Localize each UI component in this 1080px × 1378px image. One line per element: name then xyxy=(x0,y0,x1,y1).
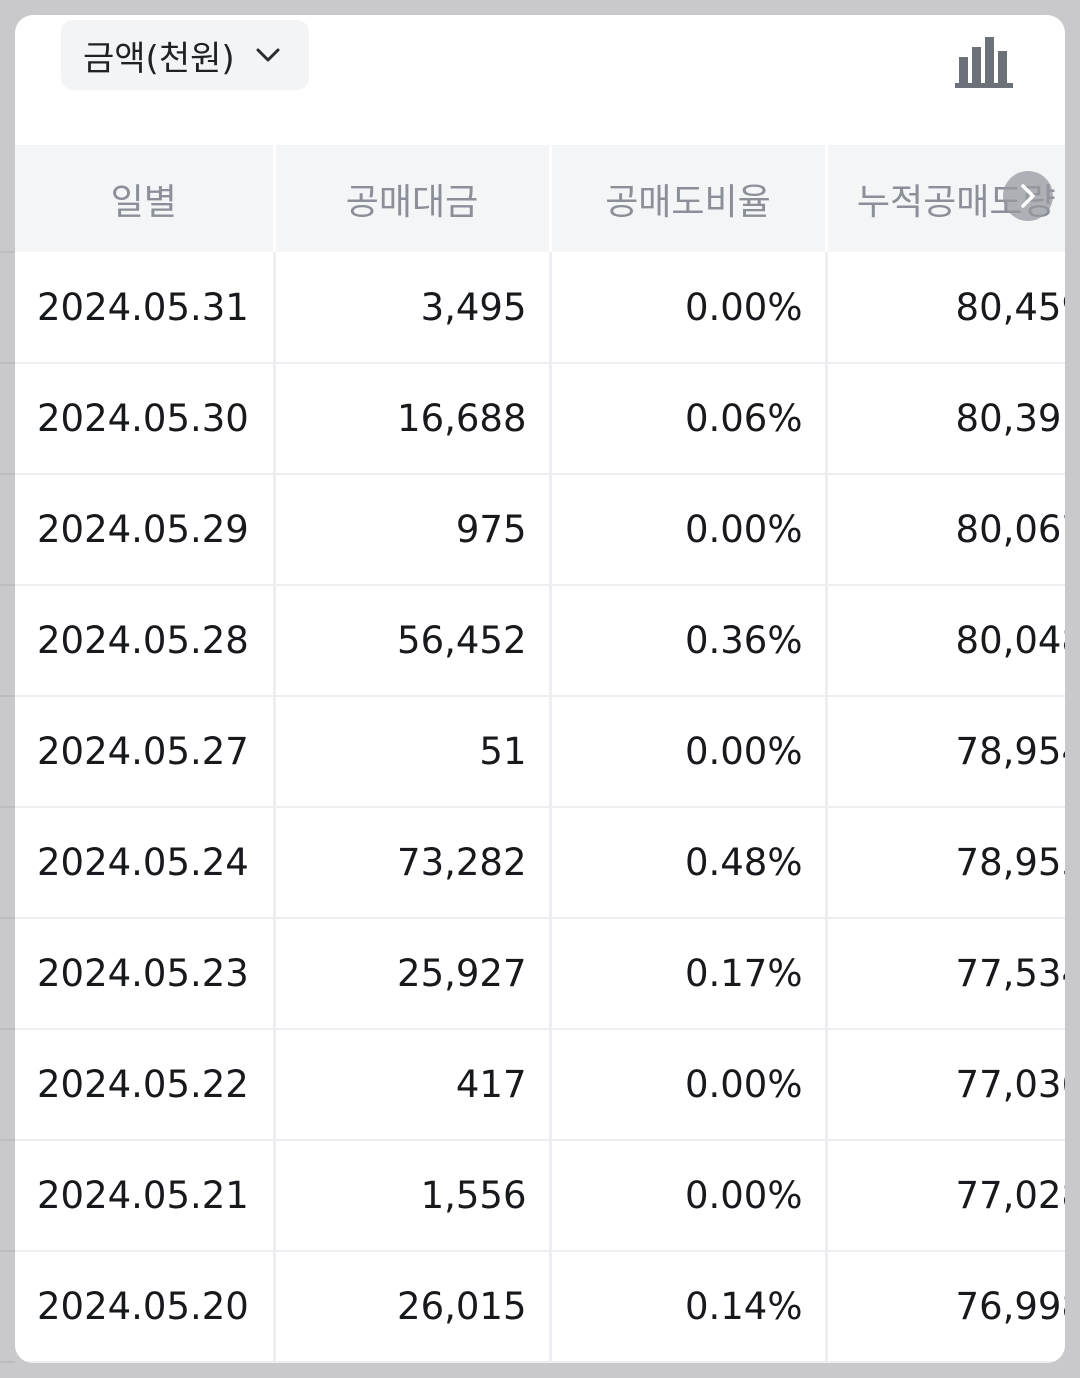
short-selling-card: 금액(천원) 일별 공매대금 공매도비율 누적공매도량 2024.05.31 3,495 xyxy=(15,15,1065,1363)
table-cell: 2024.05.21 xyxy=(15,1140,276,1252)
table-cell: 0.00% xyxy=(550,696,828,808)
table-cell: 0.36% xyxy=(550,585,828,697)
table-row[interactable]: 2024.05.313,4950.00%80,459 xyxy=(15,252,1065,364)
column-header: 공매대금 xyxy=(274,145,552,252)
table-cell: 51 xyxy=(274,696,552,808)
chevron-down-icon xyxy=(255,46,281,64)
background-divider xyxy=(0,1139,15,1141)
header-row: 일별 공매대금 공매도비율 누적공매도량 xyxy=(15,145,1065,252)
table-cell: 78,954 xyxy=(826,696,1065,808)
table-cell: 0.06% xyxy=(550,363,828,475)
table-row[interactable]: 2024.05.3016,6880.06%80,391 xyxy=(15,363,1065,475)
background-divider xyxy=(0,1250,15,1252)
table-cell: 1,556 xyxy=(274,1140,552,1252)
table-cell: 80,391 xyxy=(826,363,1065,475)
table-cell: 0.14% xyxy=(550,1251,828,1363)
background-divider xyxy=(0,251,15,253)
table-cell: 73,282 xyxy=(274,807,552,919)
background-divider xyxy=(0,473,15,475)
table-cell: 16,688 xyxy=(274,363,552,475)
table-cell: 77,028 xyxy=(826,1140,1065,1252)
table-cell: 2024.05.22 xyxy=(15,1029,276,1141)
table-row[interactable]: 2024.05.2473,2820.48%78,953 xyxy=(15,807,1065,919)
table-cell: 80,459 xyxy=(826,252,1065,364)
table-cell: 80,067 xyxy=(826,474,1065,586)
toolbar: 금액(천원) xyxy=(15,15,1065,145)
table-cell: 3,495 xyxy=(274,252,552,364)
table-cell: 78,953 xyxy=(826,807,1065,919)
table-cell: 26,015 xyxy=(274,1251,552,1363)
table-cell: 0.17% xyxy=(550,918,828,1030)
table-cell: 2024.05.24 xyxy=(15,807,276,919)
table-cell: 77,534 xyxy=(826,918,1065,1030)
short-selling-table: 일별 공매대금 공매도비율 누적공매도량 2024.05.31 3,495 0.00% 80… xyxy=(15,145,1065,1363)
table-cell: 77,036 xyxy=(826,1029,1065,1141)
table-row[interactable]: 2024.05.299750.00%80,067 xyxy=(15,474,1065,586)
chevron-right-icon[interactable] xyxy=(1003,171,1053,221)
column-header: 공매도비율 xyxy=(550,145,828,252)
column-header: 일별 xyxy=(15,145,276,252)
table-cell: 0.00% xyxy=(550,1140,828,1252)
table-cell: 2024.05.23 xyxy=(15,918,276,1030)
table-cell: 0.00% xyxy=(550,252,828,364)
table-row[interactable]: 2024.05.2856,4520.36%80,048 xyxy=(15,585,1065,697)
table-cell: 2024.05.30 xyxy=(15,363,276,475)
table-cell: 2024.05.20 xyxy=(15,1251,276,1363)
table-cell: 56,452 xyxy=(274,585,552,697)
background-divider xyxy=(0,695,15,697)
table-cell: 2024.05.31 xyxy=(15,252,276,364)
table-cell: 2024.05.28 xyxy=(15,585,276,697)
table-row[interactable]: 2024.05.27510.00%78,954 xyxy=(15,696,1065,808)
background-divider xyxy=(0,584,15,586)
table-row[interactable]: 2024.05.2026,0150.14%76,998 xyxy=(15,1251,1065,1363)
background-divider xyxy=(0,917,15,919)
table-row[interactable]: 2024.05.211,5560.00%77,028 xyxy=(15,1140,1065,1252)
background-divider xyxy=(0,362,15,364)
table-row[interactable]: 2024.05.224170.00%77,036 xyxy=(15,1029,1065,1141)
table-cell: 0.00% xyxy=(550,474,828,586)
table-cell: 975 xyxy=(274,474,552,586)
table-cell: 0.48% xyxy=(550,807,828,919)
table-cell: 2024.05.29 xyxy=(15,474,276,586)
table-body: 2024.05.313,4950.00%80,4592024.05.3016,6… xyxy=(15,252,1065,1363)
short-selling-table-wrapper[interactable]: 일별 공매대금 공매도비율 누적공매도량 2024.05.31 3,495 0.00% 80… xyxy=(15,145,1065,1363)
table-cell: 417 xyxy=(274,1029,552,1141)
table-cell: 80,048 xyxy=(826,585,1065,697)
background-divider xyxy=(0,1028,15,1030)
unit-select[interactable]: 금액(천원) xyxy=(61,20,309,90)
table-header: 일별 공매대금 공매도비율 누적공매도량 xyxy=(15,145,1065,252)
table-cell: 76,998 xyxy=(826,1251,1065,1363)
unit-select-label: 금액(천원) xyxy=(83,38,235,79)
background-divider xyxy=(0,1361,15,1363)
table-row[interactable]: 2024.05.2325,9270.17%77,534 xyxy=(15,918,1065,1030)
table-cell: 25,927 xyxy=(274,918,552,1030)
table-cell: 2024.05.27 xyxy=(15,696,276,808)
bar-chart-icon[interactable] xyxy=(953,29,1017,93)
background-divider xyxy=(0,806,15,808)
table-cell: 0.00% xyxy=(550,1029,828,1141)
